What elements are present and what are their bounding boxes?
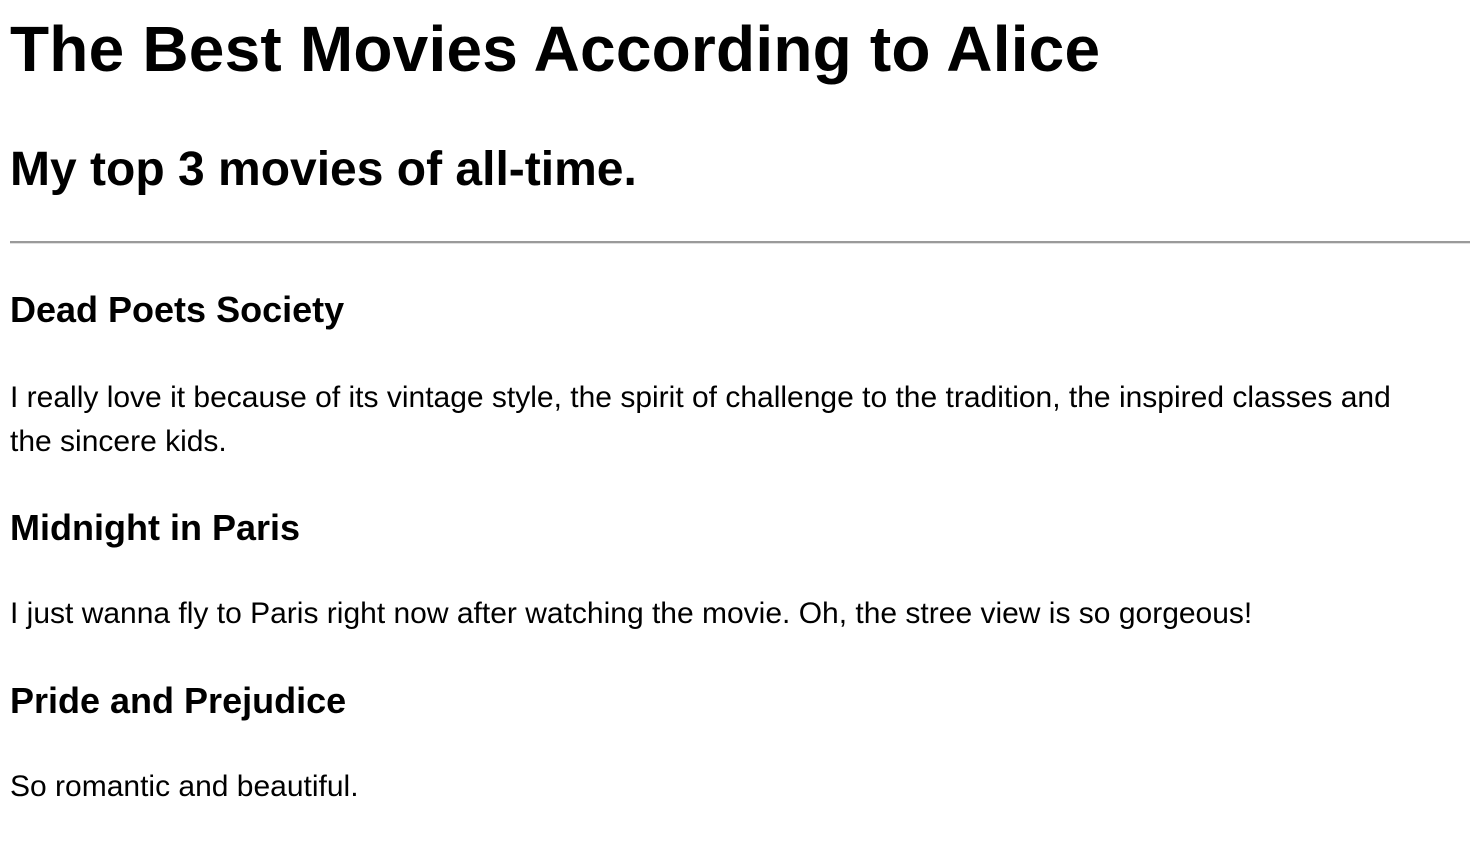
movie-description-midnight-in-paris: I just wanna fly to Paris right now afte… [10, 597, 1253, 630]
movie-title-midnight-in-paris: Midnight in Paris [10, 507, 301, 548]
horizontal-divider [10, 241, 1470, 244]
movie-description-pride-and-prejudice: So romantic and beautiful. [10, 770, 359, 803]
page-subtitle: My top 3 movies of all-time. [10, 143, 637, 196]
movie-title-dead-poets-society: Dead Poets Society [10, 289, 345, 330]
movie-title-pride-and-prejudice: Pride and Prejudice [10, 680, 347, 721]
page-title: The Best Movies According to Alice [10, 13, 1101, 85]
movie-description-dead-poets-society: I really love it because of its vintage … [10, 381, 1391, 458]
